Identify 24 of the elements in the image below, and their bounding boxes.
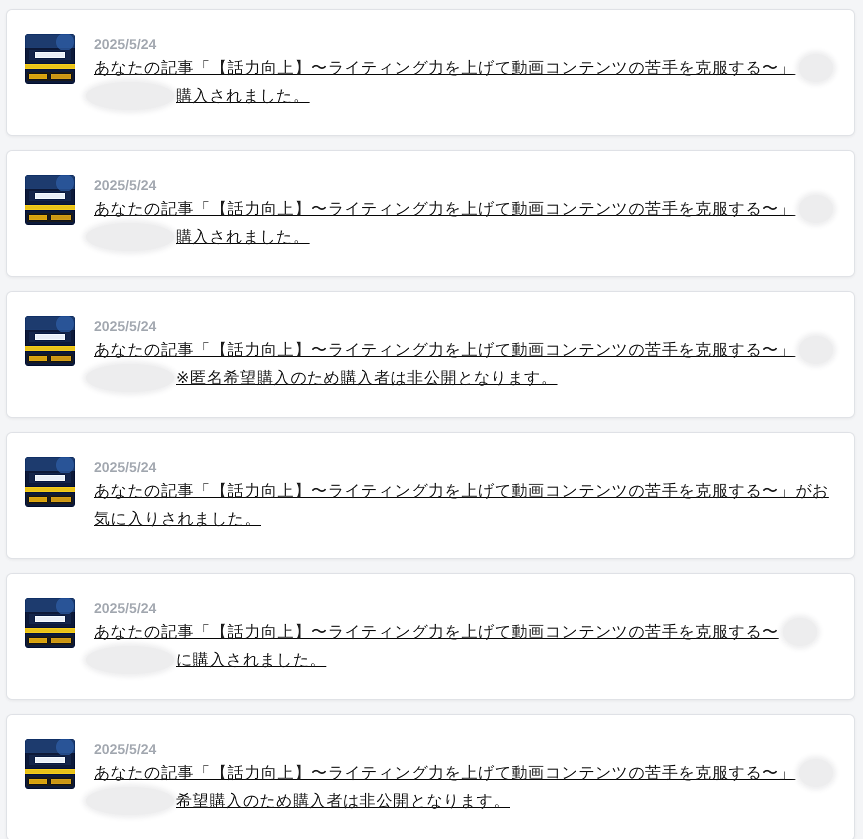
notification-link[interactable]: に購入されました。 — [176, 647, 326, 673]
notification-card[interactable]: 2025/5/24 あなたの記事「【話力向上】〜ライティング力を上げて動画コンテンツの苦手を克服する〜」 購入されました。 — [6, 150, 855, 277]
notification-link[interactable]: 気に入りされました。 — [94, 506, 261, 532]
notification-link[interactable]: あなたの記事「【話力向上】〜ライティング力を上げて動画コンテンツの苦手を克服する〜」 — [94, 760, 796, 786]
notification-date: 2025/5/24 — [94, 176, 156, 195]
notification-link[interactable]: あなたの記事「【話力向上】〜ライティング力を上げて動画コンテンツの苦手を克服する〜」がお — [94, 478, 829, 504]
notification-card[interactable]: 2025/5/24 あなたの記事「【話力向上】〜ライティング力を上げて動画コンテンツの苦手を克服する〜」 ※匿名希望購入のため購入者は非公開となります。 — [6, 291, 855, 418]
notification-card[interactable]: 2025/5/24 あなたの記事「【話力向上】〜ライティング力を上げて動画コンテンツの苦手を克服する〜 に購入されました。 — [6, 573, 855, 700]
notification-link[interactable]: あなたの記事「【話力向上】〜ライティング力を上げて動画コンテンツの苦手を克服する〜」 — [94, 196, 796, 222]
notification-link[interactable]: 希望購入のため購入者は非公開となります。 — [176, 788, 510, 814]
notification-date: 2025/5/24 — [94, 740, 156, 759]
notification-card[interactable]: 2025/5/24 あなたの記事「【話力向上】〜ライティング力を上げて動画コンテンツの苦手を克服する〜」 希望購入のため購入者は非公開となります。 — [6, 714, 855, 839]
notification-link[interactable]: 購入されました。 — [176, 224, 310, 250]
notification-link[interactable]: あなたの記事「【話力向上】〜ライティング力を上げて動画コンテンツの苦手を克服する〜」 — [94, 55, 796, 81]
notification-link[interactable]: あなたの記事「【話力向上】〜ライティング力を上げて動画コンテンツの苦手を克服する〜 — [94, 619, 779, 645]
notification-date: 2025/5/24 — [94, 599, 156, 618]
notification-link[interactable]: 購入されました。 — [176, 83, 310, 109]
notification-link[interactable]: ※匿名希望購入のため購入者は非公開となります。 — [176, 365, 558, 391]
notification-date: 2025/5/24 — [94, 35, 156, 54]
notification-card[interactable]: 2025/5/24 あなたの記事「【話力向上】〜ライティング力を上げて動画コンテンツの苦手を克服する〜」 購入されました。 — [6, 9, 855, 136]
notification-link[interactable]: あなたの記事「【話力向上】〜ライティング力を上げて動画コンテンツの苦手を克服する〜」 — [94, 337, 796, 363]
notification-card[interactable]: 2025/5/24 あなたの記事「【話力向上】〜ライティング力を上げて動画コンテンツの苦手を克服する〜」がお 気に入りされました。 — [6, 432, 855, 559]
notification-date: 2025/5/24 — [94, 317, 156, 336]
notification-date: 2025/5/24 — [94, 458, 156, 477]
